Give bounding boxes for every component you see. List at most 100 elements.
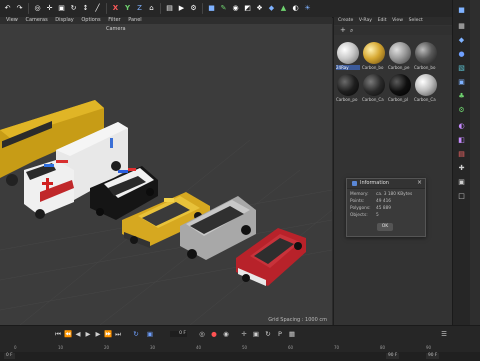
material-slot[interactable]: Carbon_pe xyxy=(388,41,412,71)
menu-cameras[interactable]: Cameras xyxy=(25,17,47,24)
material-slot[interactable]: Carbon_pl xyxy=(388,73,412,103)
3d-viewport[interactable]: Grid Spacing : 1000 cm xyxy=(0,20,332,325)
material-slot[interactable]: Carbon_Ca xyxy=(414,73,438,103)
end-frame-field[interactable]: 90 F xyxy=(426,353,440,359)
points-mode-icon[interactable]: ◆ xyxy=(457,36,466,45)
main-toolbar: ↶ ↷ ◎ ✛ ▣ ↻ ↕ ╱ X Y Z ⌂ ▤ ▶ ⚙ ■ ✎ ◉ ◩ ❖ … xyxy=(0,0,452,18)
menu-filter[interactable]: Filter xyxy=(108,17,120,24)
scale-icon[interactable]: ▣ xyxy=(57,4,66,13)
frame-ruler[interactable]: 0 10 20 30 40 50 60 70 80 90 xyxy=(0,342,480,350)
keyframe-mode-icon[interactable]: ▣ xyxy=(146,330,154,338)
pen-tool-icon[interactable]: ╱ xyxy=(93,4,102,13)
texture-mode-icon[interactable]: ▦ xyxy=(457,22,466,31)
start-frame-field[interactable]: 0 F xyxy=(4,353,15,359)
cube-icon[interactable]: ■ xyxy=(207,4,216,13)
material-slot[interactable]: Carbon_Ca xyxy=(362,73,386,103)
previous-key-icon[interactable]: ⏪ xyxy=(64,330,72,338)
info-key: Memory: xyxy=(350,192,369,197)
render-view-icon[interactable]: ▤ xyxy=(165,4,174,13)
gear-icon[interactable]: ⚙ xyxy=(457,106,466,115)
info-value: ca. 3 180 KBytes xyxy=(376,192,413,197)
rotation-key-icon[interactable]: ↻ xyxy=(264,330,272,338)
pla-key-icon[interactable]: ▦ xyxy=(288,330,296,338)
z-axis-toggle[interactable]: Z xyxy=(135,4,144,13)
menu-view[interactable]: View xyxy=(6,17,18,24)
search-icon[interactable]: ⌕ xyxy=(350,27,353,35)
menu-edit[interactable]: Edit xyxy=(378,17,387,25)
redo-icon[interactable]: ↷ xyxy=(15,4,24,13)
floor-icon[interactable]: ▲ xyxy=(279,4,288,13)
y-axis-toggle[interactable]: Y xyxy=(123,4,132,13)
record-active-icon[interactable]: ◎ xyxy=(198,330,206,338)
polygons-mode-icon[interactable]: ▣ xyxy=(457,78,466,87)
model-mode-icon[interactable]: ■ xyxy=(457,6,466,15)
autokey-icon[interactable]: ● xyxy=(210,330,218,338)
reset-icon[interactable]: ↕ xyxy=(81,4,90,13)
x-axis-toggle[interactable]: X xyxy=(111,4,120,13)
paint-icon[interactable]: ◧ xyxy=(457,136,466,145)
previous-frame-icon[interactable]: ◀ xyxy=(74,330,82,338)
axis-icon[interactable]: ✚ xyxy=(457,164,466,173)
edges-mode-icon[interactable]: ▧ xyxy=(457,64,466,73)
ruler-tick: 60 xyxy=(288,345,294,350)
menu-panel[interactable]: Panel xyxy=(128,17,142,24)
menu-select[interactable]: Select xyxy=(409,17,423,25)
material-swatch xyxy=(415,42,437,64)
material-label: Carbon_bo xyxy=(362,65,384,70)
light-icon[interactable]: ☀ xyxy=(303,4,312,13)
lock-icon[interactable]: □ xyxy=(457,192,466,201)
material-slot[interactable]: Carbon_bo xyxy=(414,41,438,71)
globe-icon[interactable]: ● xyxy=(457,50,466,59)
scene-render xyxy=(0,100,332,325)
info-key: Points: xyxy=(350,199,365,204)
live-selection-icon[interactable]: ◎ xyxy=(33,4,42,13)
current-frame-field[interactable]: 0 F xyxy=(170,331,187,337)
parameter-key-icon[interactable]: P xyxy=(276,330,284,338)
subdivision-icon[interactable]: ◉ xyxy=(231,4,240,13)
timeline-menu-icon[interactable]: ☰ xyxy=(440,330,448,338)
camera-label: Camera xyxy=(106,26,126,32)
current-end-field[interactable]: 90 F xyxy=(386,353,400,359)
sculpt-icon[interactable]: ◐ xyxy=(457,122,466,131)
play-icon[interactable]: ▶ xyxy=(84,330,92,338)
scale-key-icon[interactable]: ▣ xyxy=(252,330,260,338)
cloner-icon[interactable]: ❖ xyxy=(255,4,264,13)
ok-button[interactable]: OK xyxy=(377,223,393,231)
menu-create[interactable]: Create xyxy=(338,17,353,25)
menu-view[interactable]: View xyxy=(392,17,403,25)
snap-icon[interactable]: ♣ xyxy=(457,92,466,101)
add-icon[interactable]: + xyxy=(340,26,346,34)
material-slot[interactable]: 24Ray xyxy=(336,41,360,71)
menu-display[interactable]: Display xyxy=(55,17,73,24)
next-key-icon[interactable]: ⏩ xyxy=(104,330,112,338)
material-label: 24Ray xyxy=(336,65,360,70)
material-slot[interactable]: Carbon_po xyxy=(336,73,360,103)
render-settings-icon[interactable]: ⚙ xyxy=(189,4,198,13)
pen-icon[interactable]: ✎ xyxy=(219,4,228,13)
next-frame-icon[interactable]: ▶ xyxy=(94,330,102,338)
undo-icon[interactable]: ↶ xyxy=(3,4,12,13)
dialog-titlebar[interactable]: Information × xyxy=(347,179,425,189)
extrude-icon[interactable]: ◩ xyxy=(243,4,252,13)
deformer-icon[interactable]: ◆ xyxy=(267,4,276,13)
render-icon[interactable]: ▶ xyxy=(177,4,186,13)
coordinate-system-icon[interactable]: ⌂ xyxy=(147,4,156,13)
keyframe-selection-icon[interactable]: ◉ xyxy=(222,330,230,338)
menu-options[interactable]: Options xyxy=(81,17,100,24)
ruler-tick: 70 xyxy=(334,345,340,350)
material-label: Carbon_Ca xyxy=(362,97,384,102)
rotate-icon[interactable]: ↻ xyxy=(69,4,78,13)
workplane-icon[interactable]: ▤ xyxy=(457,150,466,159)
go-to-start-icon[interactable]: ⏮ xyxy=(54,330,62,338)
go-to-end-icon[interactable]: ⏭ xyxy=(114,330,122,338)
camera-icon[interactable]: ▣ xyxy=(457,178,466,187)
position-key-icon[interactable]: ✛ xyxy=(240,330,248,338)
menu-vray[interactable]: V-Ray xyxy=(359,17,372,25)
loop-icon[interactable]: ↻ xyxy=(132,330,140,338)
move-icon[interactable]: ✛ xyxy=(45,4,54,13)
dialog-title: Information xyxy=(360,180,389,186)
material-slot[interactable]: Carbon_bo xyxy=(362,41,386,71)
close-icon[interactable]: × xyxy=(417,179,422,186)
camera-icon[interactable]: ◐ xyxy=(291,4,300,13)
material-swatch xyxy=(389,42,411,64)
